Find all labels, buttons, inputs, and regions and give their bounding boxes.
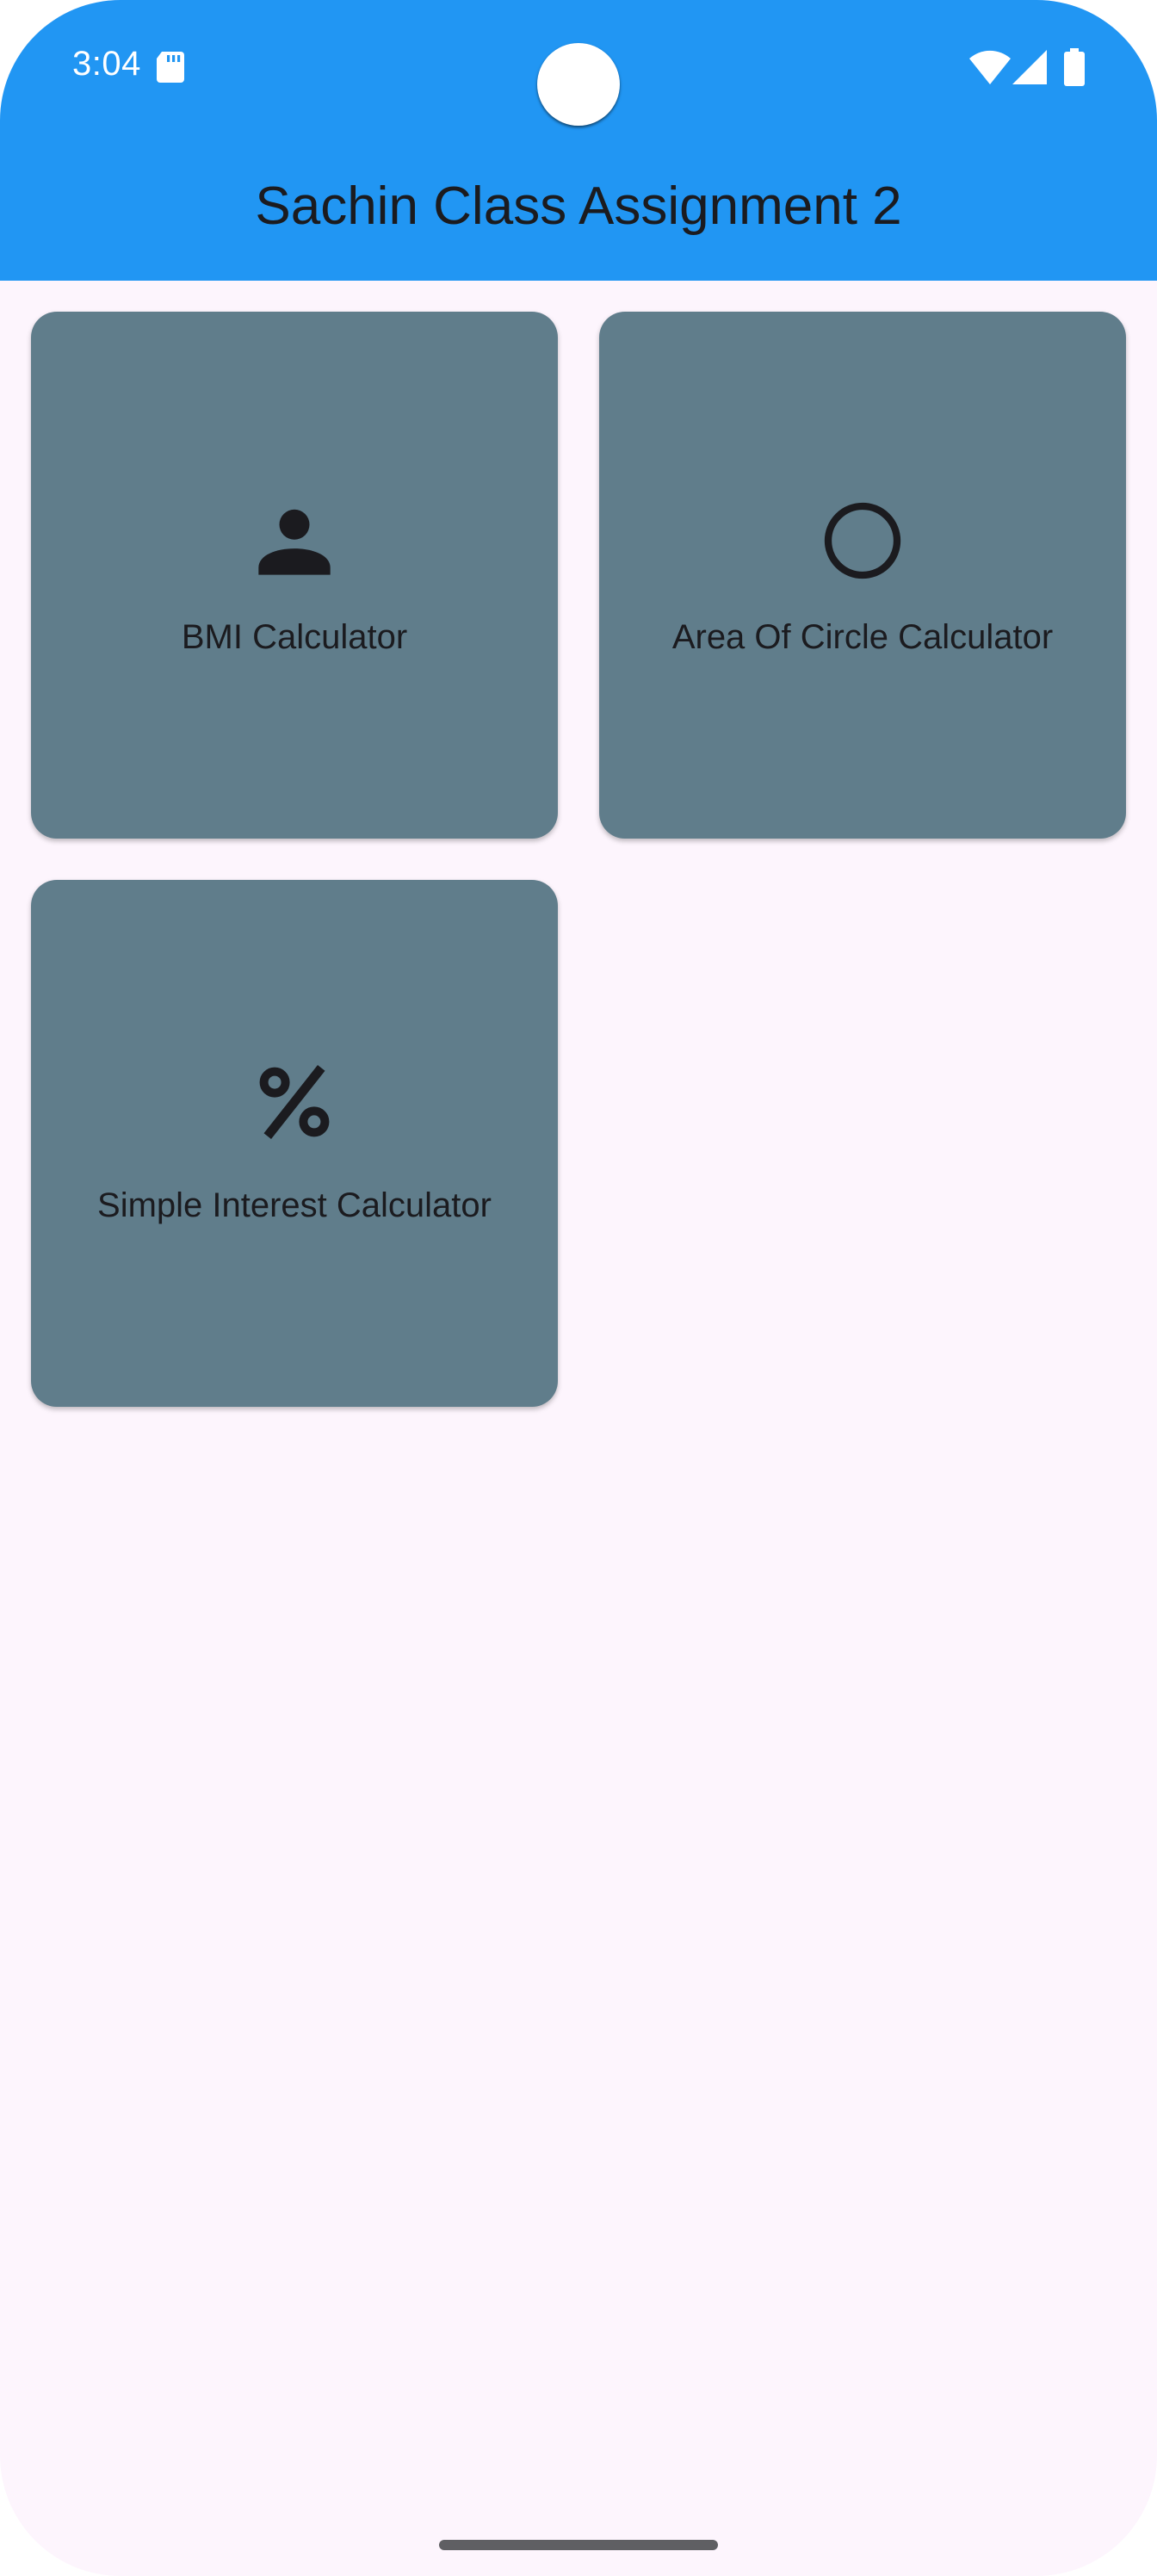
area-of-circle-calculator-card[interactable]: Area Of Circle Calculator (599, 312, 1126, 839)
person-icon (258, 509, 331, 575)
percent-icon (259, 1065, 330, 1139)
home-gesture-bar[interactable] (439, 2540, 718, 2550)
app-bar: 3:04 Sachin Class Assignment 2 (0, 0, 1157, 281)
card-label: BMI Calculator (181, 618, 408, 656)
battery-icon (1064, 48, 1085, 86)
sd-card-icon (157, 52, 184, 83)
circle-outline-icon (824, 502, 901, 579)
cellular-signal-icon (1012, 50, 1047, 84)
simple-interest-calculator-card[interactable]: Simple Interest Calculator (31, 880, 558, 1407)
status-time: 3:04 (72, 45, 141, 83)
page-title: Sachin Class Assignment 2 (255, 176, 902, 236)
status-bar: 3:04 (0, 0, 1157, 138)
wifi-icon (969, 50, 1011, 84)
front-camera (537, 43, 620, 126)
phone-screen: 3:04 Sachin Class Assignment 2 BMI Calcu… (0, 0, 1157, 2576)
card-label: Area Of Circle Calculator (671, 618, 1054, 656)
card-label: Simple Interest Calculator (97, 1186, 492, 1224)
bmi-calculator-card[interactable]: BMI Calculator (31, 312, 558, 839)
